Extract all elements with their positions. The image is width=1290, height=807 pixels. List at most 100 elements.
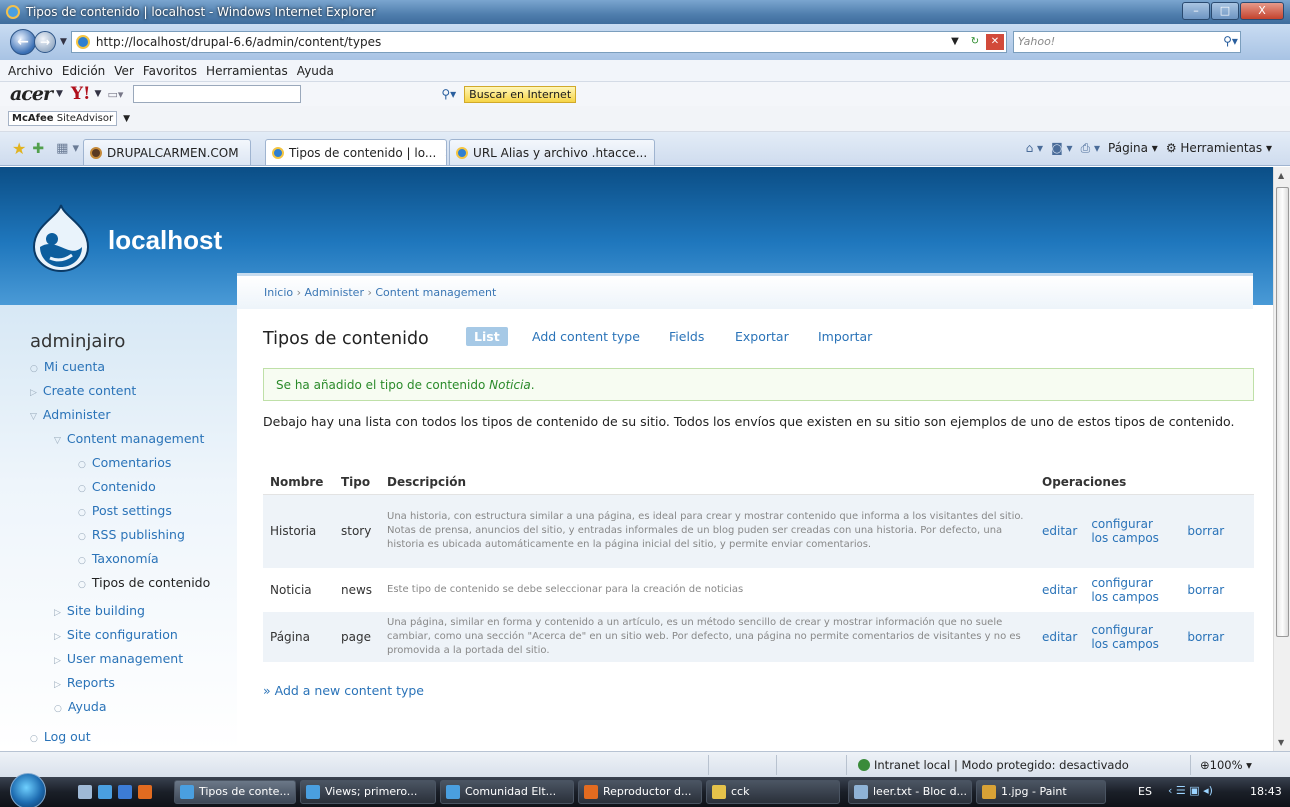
taskbar-item-views[interactable]: Views; primero... [300, 780, 436, 804]
media-player-icon[interactable] [138, 785, 152, 799]
maximize-button[interactable]: □ [1211, 2, 1239, 20]
configure-fields-link[interactable]: configurar los campos [1084, 494, 1181, 568]
language-indicator[interactable]: ES [1138, 785, 1152, 798]
forward-button[interactable]: → [34, 31, 56, 53]
scroll-up-icon[interactable]: ▲ [1278, 171, 1284, 180]
site-name[interactable]: localhost [108, 225, 222, 256]
configure-fields-label[interactable]: configurar los campos [1091, 517, 1159, 545]
sidebar-item-post-settings[interactable]: ○ Post settings [78, 503, 172, 518]
delete-link[interactable]: borrar [1180, 612, 1254, 662]
address-dropdown-icon[interactable]: ▼ [946, 34, 964, 50]
minimize-button[interactable]: – [1182, 2, 1210, 20]
tab-url-alias[interactable]: URL Alias y archivo .htacce... [449, 139, 656, 165]
sidebar-item-site-building[interactable]: ▷ Site building [54, 603, 145, 618]
vertical-scrollbar[interactable]: ▲ ▼ [1273, 167, 1290, 751]
sidebar-item-administer[interactable]: ▽ Administer [30, 407, 110, 422]
mcafee-dropdown-icon[interactable]: ▼ [123, 114, 130, 124]
configure-fields-link[interactable]: configurar los campos [1084, 568, 1180, 612]
taskbar-item-notepad[interactable]: leer.txt - Bloc d... [848, 780, 972, 804]
drupal-logo[interactable] [30, 203, 92, 273]
favorites-star-icon[interactable]: ★ [12, 139, 26, 158]
taskbar-item-paint[interactable]: 1.jpg - Paint [976, 780, 1106, 804]
search-icon[interactable]: ⚲▾ [1223, 34, 1238, 48]
sidebar-item-tipos-de-contenido[interactable]: ○ Tipos de contenido [78, 575, 210, 590]
address-url[interactable]: http://localhost/drupal-6.6/admin/conten… [96, 35, 381, 49]
edit-link-label[interactable]: editar [1042, 583, 1077, 597]
sidebar-item-comentarios[interactable]: ○ Comentarios [78, 455, 171, 470]
tools-menu[interactable]: ⚙ Herramientas ▾ [1166, 141, 1272, 156]
home-icon[interactable]: ⌂ ▾ [1026, 141, 1043, 156]
close-window-button[interactable]: X [1240, 2, 1284, 20]
quick-tabs-icon[interactable]: ▦ ▾ [56, 141, 79, 156]
breadcrumb-content-management[interactable]: Content management [375, 286, 496, 299]
sidebar-item-contenido[interactable]: ○ Contenido [78, 479, 156, 494]
page-menu[interactable]: Página ▾ [1108, 141, 1158, 156]
tab-list[interactable]: List [466, 327, 508, 346]
configure-fields-label[interactable]: configurar los campos [1091, 576, 1159, 604]
ie-quicklaunch-icon[interactable] [98, 785, 112, 799]
sidebar-item-user-management[interactable]: ▷ User management [54, 651, 183, 666]
feeds-icon[interactable]: ◙ ▾ [1051, 141, 1072, 156]
print-icon[interactable]: ⎙ ▾ [1081, 141, 1100, 156]
sidebar-item-mi-cuenta[interactable]: ○ Mi cuenta [30, 359, 105, 374]
menu-ver[interactable]: Ver [114, 64, 134, 78]
taskbar-item-reproductor[interactable]: Reproductor d... [578, 780, 702, 804]
yahoo-dropdown-icon[interactable]: ▼ [95, 89, 102, 99]
menu-archivo[interactable]: Archivo [8, 64, 53, 78]
taskbar-item-cck[interactable]: cck [706, 780, 840, 804]
delete-link[interactable]: borrar [1180, 568, 1254, 612]
edit-link[interactable]: editar [1035, 568, 1084, 612]
tray-icons[interactable]: ‹ ☰ ▣ ◂) [1168, 784, 1213, 797]
history-dropdown-icon[interactable]: ▼ [60, 37, 67, 47]
security-zone[interactable]: Intranet local | Modo protegido: desacti… [858, 758, 1129, 772]
back-button[interactable]: ← [10, 29, 36, 55]
scrollbar-thumb[interactable] [1276, 187, 1289, 637]
tab-add-content-type[interactable]: Add content type [532, 329, 640, 344]
tab-importar[interactable]: Importar [818, 329, 872, 344]
yahoo-search-input[interactable] [133, 85, 302, 103]
menu-favoritos[interactable]: Favoritos [143, 64, 197, 78]
sidebar-item-site-configuration[interactable]: ▷ Site configuration [54, 627, 178, 642]
stop-icon[interactable]: ✕ [985, 34, 1004, 50]
taskbar-item-comunidad[interactable]: Comunidad Elt... [440, 780, 574, 804]
show-desktop-icon[interactable] [78, 785, 92, 799]
sidebar-item-log-out[interactable]: ○ Log out [30, 729, 91, 744]
sidebar-item-rss-publishing[interactable]: ○ RSS publishing [78, 527, 185, 542]
sidebar-item-taxonomia[interactable]: ○ Taxonomía [78, 551, 159, 566]
delete-link-label[interactable]: borrar [1187, 524, 1224, 538]
tab-exportar[interactable]: Exportar [735, 329, 789, 344]
zoom-level[interactable]: ⊕100% ▾ [1200, 758, 1252, 772]
edit-link[interactable]: editar [1035, 612, 1085, 662]
tab-tipos-de-contenido[interactable]: Tipos de contenido | lo... ✕ [265, 139, 448, 165]
breadcrumb-administer[interactable]: Administer [305, 286, 364, 299]
edit-link-label[interactable]: editar [1042, 630, 1077, 644]
refresh-icon[interactable]: ↻ [966, 34, 984, 50]
tab-fields[interactable]: Fields [669, 329, 704, 344]
add-content-type-link[interactable]: » Add a new content type [263, 683, 424, 698]
sidebar-item-content-management[interactable]: ▽ Content management [54, 431, 204, 446]
add-favorite-icon[interactable]: ✚ [32, 141, 44, 157]
scroll-down-icon[interactable]: ▼ [1278, 738, 1284, 747]
menu-herramientas[interactable]: Herramientas [206, 64, 288, 78]
menu-edicion[interactable]: Edición [62, 64, 105, 78]
acer-dropdown-icon[interactable]: ▼ [56, 89, 63, 99]
edit-link[interactable]: editar [1035, 494, 1085, 568]
configure-fields-label[interactable]: configurar los campos [1091, 623, 1159, 651]
sidebar-item-ayuda[interactable]: ○ Ayuda [54, 699, 106, 714]
edit-link-label[interactable]: editar [1042, 524, 1077, 538]
yahoo-search-icon[interactable]: ⚲▾ [441, 87, 456, 101]
tab-drupalcarmen[interactable]: DRUPALCARMEN.COM [83, 139, 252, 165]
mcafee-siteadvisor-button[interactable]: McAfee SiteAdvisor [8, 111, 118, 126]
yahoo-logo[interactable]: Y! [71, 84, 91, 104]
yahoo-search-button[interactable]: Buscar en Internet [464, 85, 577, 103]
configure-fields-link[interactable]: configurar los campos [1084, 612, 1181, 662]
delete-link-label[interactable]: borrar [1187, 630, 1224, 644]
breadcrumb-inicio[interactable]: Inicio [264, 286, 293, 299]
address-field[interactable]: http://localhost/drupal-6.6/admin/conten… [70, 31, 1007, 53]
sidebar-item-create-content[interactable]: ▷ Create content [30, 383, 136, 398]
sidebar-item-reports[interactable]: ▷ Reports [54, 675, 115, 690]
taskbar-item-tipos[interactable]: Tipos de conte... [174, 780, 296, 804]
switch-windows-icon[interactable] [118, 785, 132, 799]
tab-close-icon[interactable]: ✕ [444, 146, 446, 160]
menu-ayuda[interactable]: Ayuda [297, 64, 334, 78]
